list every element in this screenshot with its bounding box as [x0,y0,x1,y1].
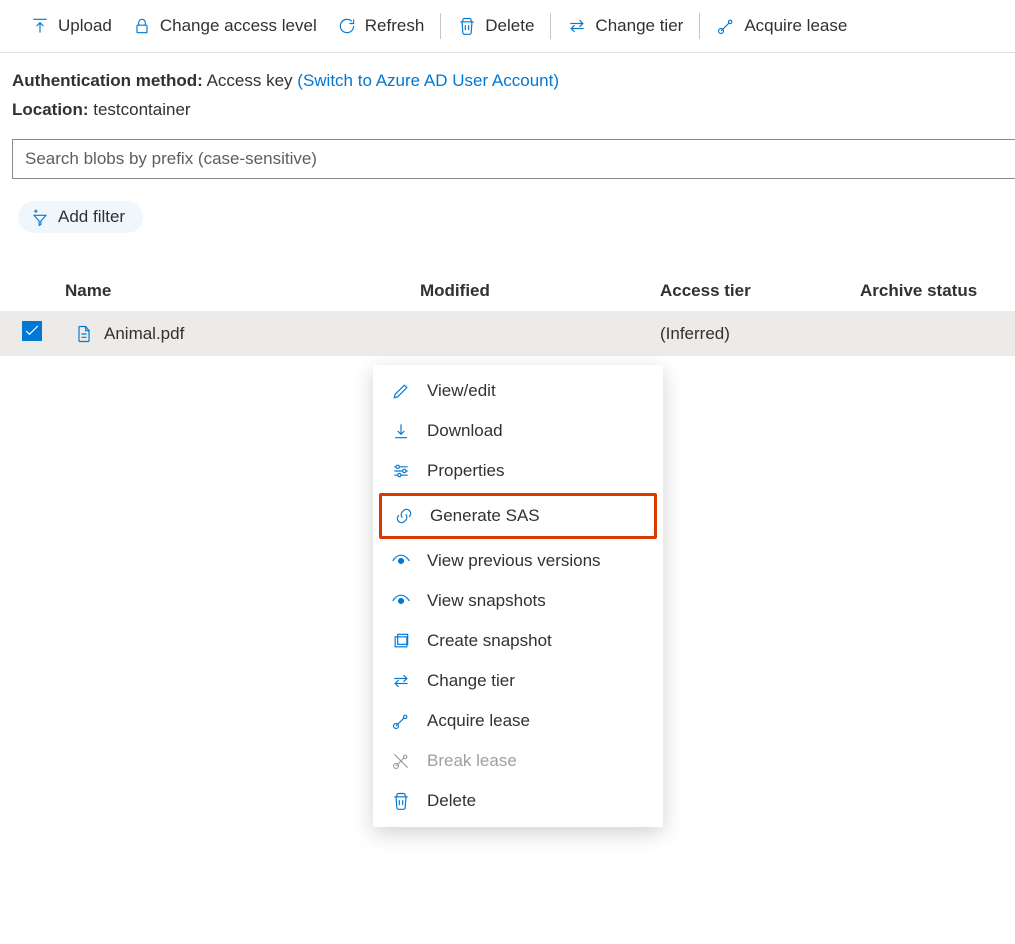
ctx-view-edit[interactable]: View/edit [373,371,663,411]
divider [550,13,551,39]
delete-icon [457,16,477,36]
ctx-view-snapshots[interactable]: View snapshots [373,581,663,621]
ctx-view-previous-versions[interactable]: View previous versions [373,541,663,581]
change-access-level-button[interactable]: Change access level [122,10,327,42]
col-archive-status[interactable]: Archive status [860,281,1015,301]
ctx-break-lease-label: Break lease [427,751,517,771]
ctx-properties[interactable]: Properties [373,451,663,491]
filter-wrap: Add filter [0,185,1015,241]
ctx-view-edit-label: View/edit [427,381,496,401]
change-tier-label: Change tier [595,16,683,36]
auth-method-label: Authentication method: [12,71,203,90]
location-label: Location: [12,100,89,119]
table-header: Name Modified Access tier Archive status [0,271,1015,312]
table-row[interactable]: Animal.pdf (Inferred) [0,312,1015,356]
ctx-change-tier[interactable]: Change tier [373,661,663,701]
change-tier-button[interactable]: Change tier [557,10,693,42]
eye-icon [391,551,413,571]
search-input[interactable] [12,139,1015,179]
ctx-acquire-lease[interactable]: Acquire lease [373,701,663,741]
snapshot-icon [391,631,413,651]
lock-icon [132,16,152,36]
toolbar: Upload Change access level Refresh Delet… [0,0,1015,53]
ctx-change-tier-label: Change tier [427,671,515,691]
pencil-icon [391,381,413,401]
add-filter-icon [30,207,50,227]
upload-icon [30,16,50,36]
delete-button[interactable]: Delete [447,10,544,42]
acquire-lease-button[interactable]: Acquire lease [706,10,857,42]
col-access-tier[interactable]: Access tier [660,281,860,301]
ctx-view-snapshots-label: View snapshots [427,591,546,611]
blob-table: Name Modified Access tier Archive status… [0,271,1015,356]
acquire-lease-label: Acquire lease [744,16,847,36]
search-wrap [0,133,1015,185]
ctx-generate-sas-label: Generate SAS [430,506,540,526]
info-panel: Authentication method: Access key (Switc… [0,53,1015,133]
change-tier-icon [567,16,587,36]
eye-icon [391,591,413,611]
ctx-download[interactable]: Download [373,411,663,451]
change-tier-icon [391,671,413,691]
properties-icon [391,461,413,481]
download-icon [391,421,413,441]
col-check [0,281,60,301]
change-access-label: Change access level [160,16,317,36]
upload-button[interactable]: Upload [20,10,122,42]
ctx-download-label: Download [427,421,503,441]
ctx-break-lease: Break lease [373,741,663,781]
ctx-properties-label: Properties [427,461,504,481]
refresh-label: Refresh [365,16,425,36]
auth-method-value: Access key [207,71,293,90]
ctx-generate-sas[interactable]: Generate SAS [379,493,657,539]
refresh-button[interactable]: Refresh [327,10,435,42]
upload-label: Upload [58,16,112,36]
ctx-acquire-lease-label: Acquire lease [427,711,530,731]
add-filter-label: Add filter [58,207,125,227]
divider [440,13,441,39]
delete-label: Delete [485,16,534,36]
ctx-delete-label: Delete [427,791,476,811]
file-icon [74,324,94,344]
acquire-lease-icon [716,16,736,36]
col-modified[interactable]: Modified [420,281,660,301]
ctx-create-snapshot[interactable]: Create snapshot [373,621,663,661]
location-value: testcontainer [93,100,190,119]
acquire-lease-icon [391,711,413,731]
delete-icon [391,791,413,811]
row-checkbox[interactable] [22,321,42,341]
add-filter-button[interactable]: Add filter [18,201,143,233]
context-menu: View/edit Download Properties Generate S… [373,365,663,827]
col-name[interactable]: Name [60,281,420,301]
access-tier-cell: (Inferred) [660,324,860,344]
switch-auth-link[interactable]: (Switch to Azure AD User Account) [297,71,559,90]
ctx-create-snapshot-label: Create snapshot [427,631,552,651]
ctx-delete[interactable]: Delete [373,781,663,821]
break-lease-icon [391,751,413,771]
file-name: Animal.pdf [104,324,184,344]
divider [699,13,700,39]
link-icon [394,506,416,526]
ctx-prev-versions-label: View previous versions [427,551,601,571]
refresh-icon [337,16,357,36]
